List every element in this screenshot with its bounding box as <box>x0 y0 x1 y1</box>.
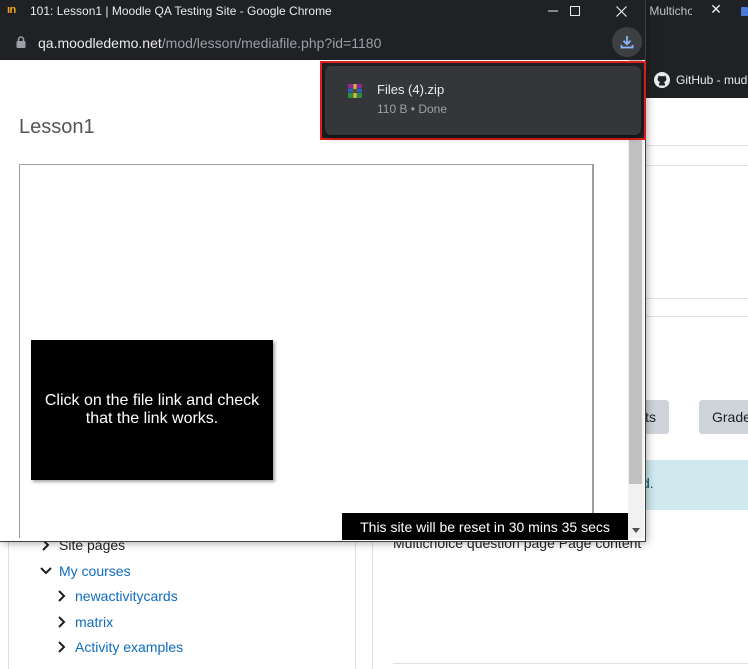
bookmark-github[interactable]: GitHub - mud <box>654 70 747 90</box>
nav-item-label: Activity examples <box>75 639 184 655</box>
navigation-block: Site pages My courses newactivitycards m… <box>8 537 356 669</box>
moodle-app-icon: ın <box>7 4 16 16</box>
bookmark-github-label: GitHub - mud <box>676 73 748 87</box>
maximize-icon <box>570 6 580 16</box>
nav-item-label: matrix <box>75 614 114 630</box>
download-bubble-highlight: Files (4).zip 110 B • Done <box>320 61 646 140</box>
url-text[interactable]: qa.moodledemo.net/mod/lesson/mediafile.p… <box>38 35 381 51</box>
lock-icon[interactable] <box>16 36 26 48</box>
url-path: /mod/lesson/mediafile.php?id=1180 <box>161 35 382 51</box>
address-bar: qa.moodledemo.net/mod/lesson/mediafile.p… <box>0 22 645 60</box>
downloads-button[interactable] <box>612 27 642 57</box>
nav-item-label: newactivitycards <box>75 588 178 604</box>
background-divider <box>646 316 748 317</box>
nav-item-activity-examples[interactable]: Activity examples <box>55 639 183 655</box>
popup-title-bar: ın 101: Lesson1 | Moodle QA Testing Site… <box>0 0 645 22</box>
nav-item-newactivitycards[interactable]: newactivitycards <box>55 588 178 604</box>
background-divider <box>646 165 748 166</box>
background-reports-button-label: ts <box>645 409 656 425</box>
background-tab-favicon-icon[interactable] <box>741 7 748 16</box>
background-divider <box>646 145 748 146</box>
download-file-name: Files (4).zip <box>377 82 445 97</box>
maximize-button[interactable] <box>552 0 598 22</box>
url-host: qa.moodledemo.net <box>38 35 162 51</box>
background-divider <box>646 298 748 299</box>
background-column-divider <box>372 540 373 669</box>
scroll-down-arrow-icon[interactable] <box>628 524 644 536</box>
background-grade-button-label: Grade <box>712 409 748 425</box>
nav-item-my-courses[interactable]: My courses <box>39 563 131 579</box>
site-reset-banner: This site will be reset in 30 mins 35 se… <box>342 513 628 540</box>
instruction-box: Click on the file link and check that th… <box>31 340 273 480</box>
chevron-right-icon <box>55 589 69 603</box>
chevron-down-icon <box>39 564 53 578</box>
background-divider <box>393 663 748 664</box>
chevron-right-icon <box>55 615 69 629</box>
winrar-archive-icon <box>348 84 362 98</box>
chevron-right-icon <box>55 640 69 654</box>
page-title: Lesson1 <box>19 116 95 138</box>
close-icon <box>615 5 627 17</box>
window-title: 101: Lesson1 | Moodle QA Testing Site - … <box>30 4 332 18</box>
close-window-button[interactable] <box>598 0 644 22</box>
nav-item-matrix[interactable]: matrix <box>55 614 113 630</box>
background-grade-button[interactable]: Grade <box>699 400 748 434</box>
download-status: 110 B • Done <box>377 102 448 116</box>
download-icon <box>620 36 634 49</box>
nav-item-label: My courses <box>59 563 131 579</box>
background-tab-close-icon[interactable]: ✕ <box>708 0 724 18</box>
github-icon <box>654 72 670 88</box>
instruction-text: Click on the file link and check that th… <box>44 392 260 427</box>
download-item[interactable]: Files (4).zip 110 B • Done <box>325 66 641 135</box>
